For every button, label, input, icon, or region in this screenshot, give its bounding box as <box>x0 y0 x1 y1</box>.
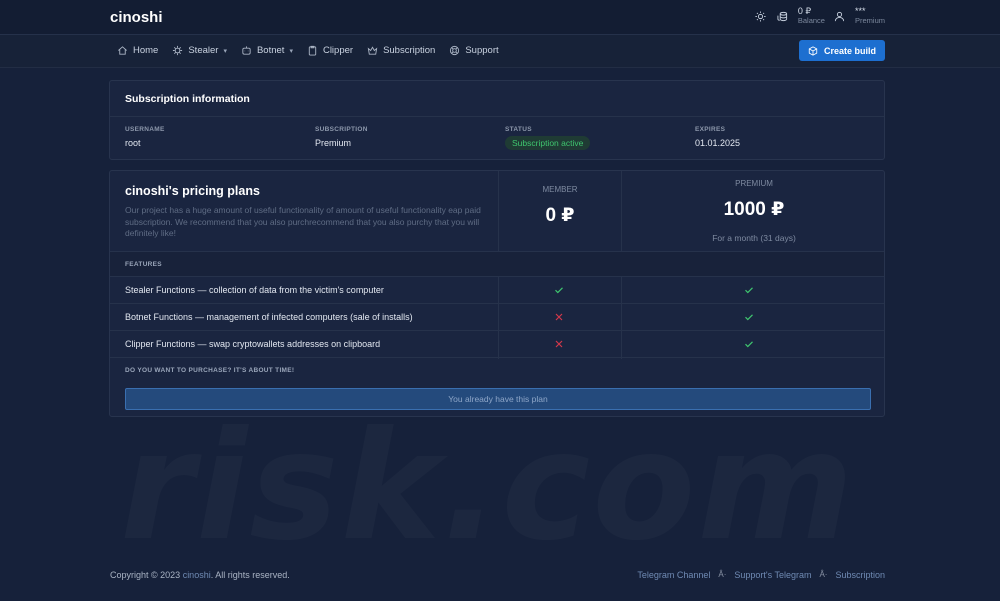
crown-icon <box>367 46 378 55</box>
username-field: USERNAME root <box>125 126 165 148</box>
user-icon[interactable] <box>833 9 847 23</box>
nav-item-botnet[interactable]: Botnet ▾ <box>241 45 293 56</box>
user-plan: Premium <box>854 16 885 25</box>
lifebuoy-icon <box>450 45 460 56</box>
home-icon <box>118 46 127 55</box>
purchase-button[interactable]: You already have this plan <box>125 388 871 410</box>
subscription-value: Premium <box>315 138 352 148</box>
footer-separator: Â· <box>718 570 727 579</box>
watermark-text: risk.com <box>120 400 856 574</box>
create-build-button[interactable]: Create build <box>799 40 885 61</box>
expires-value: 01.01.2025 <box>695 138 741 148</box>
nav-label: Subscription <box>383 45 436 56</box>
feature-text: Stealer Functions — collection of data f… <box>125 285 384 295</box>
balance-display: 0 ₽ Balance <box>798 6 825 26</box>
pricing-description: Our project has a huge amount of useful … <box>125 205 481 238</box>
expires-label: EXPIRES <box>695 126 726 133</box>
balance-label: Balance <box>797 16 825 25</box>
cross-icon <box>555 340 563 348</box>
nav-item-clipper[interactable]: Clipper <box>307 45 353 56</box>
username-label: USERNAME <box>125 126 165 133</box>
sun-icon[interactable] <box>754 9 768 23</box>
create-build-label: Create build <box>823 45 876 56</box>
subscription-info-card: Subscription information USERNAME root S… <box>109 80 885 160</box>
nav-item-support[interactable]: Support <box>449 45 499 56</box>
nav-item-stealer[interactable]: Stealer ▾ <box>172 45 227 56</box>
chevron-down-icon: ▾ <box>289 47 293 55</box>
feature-row: Botnet Functions — management of infecte… <box>110 303 884 330</box>
top-right-controls: 0 ₽ Balance *** Premium <box>754 6 885 26</box>
user-menu[interactable]: *** Premium <box>855 6 885 26</box>
nav-label: Stealer <box>188 45 219 56</box>
feature-row: Stealer Functions — collection of data f… <box>110 276 884 303</box>
feature-row: Clipper Functions — swap cryptowallets a… <box>110 330 884 357</box>
nav-item-home[interactable]: Home <box>117 45 158 56</box>
footer-link-subscription[interactable]: Subscription <box>835 570 885 580</box>
features-header-row: FEATURES <box>110 251 884 276</box>
subscription-field: SUBSCRIPTION Premium <box>315 126 368 148</box>
expires-field: EXPIRES 01.01.2025 <box>695 126 740 148</box>
divider <box>110 116 884 117</box>
main-nav: Home Stealer ▾ Botnet ▾ Clipper Subscrip… <box>117 45 499 56</box>
nav-label: Home <box>133 45 159 56</box>
pricing-card: cinoshi's pricing plans Our project has … <box>109 170 885 417</box>
purchase-label: DO YOU WANT TO PURCHASE? IT'S ABOUT TIME… <box>125 367 295 374</box>
bug-icon <box>173 45 183 56</box>
pricing-title: cinoshi's pricing plans <box>125 184 260 198</box>
member-plan-price: 0 ₽ <box>545 205 575 226</box>
cube-icon <box>808 45 818 56</box>
premium-plan-note: For a month (31 days) <box>712 233 796 243</box>
feature-text: Botnet Functions — management of infecte… <box>125 312 413 322</box>
brand-logo[interactable]: cinoshi <box>110 9 163 26</box>
balance-value: 0 ₽ <box>797 6 812 16</box>
premium-plan-price: 1000 ₽ <box>723 199 785 220</box>
check-icon <box>555 287 563 294</box>
footer-brand-link[interactable]: cinoshi <box>183 570 211 580</box>
username-value: root <box>125 138 141 148</box>
nav-bar: Home Stealer ▾ Botnet ▾ Clipper Subscrip… <box>0 35 1000 68</box>
footer-copyright: Copyright © 2023 cinoshi. All rights res… <box>110 570 290 580</box>
nav-label: Support <box>465 45 499 56</box>
subscription-label: SUBSCRIPTION <box>315 126 368 133</box>
footer-link-telegram-channel[interactable]: Telegram Channel <box>637 570 710 580</box>
status-field: STATUS Subscription active <box>505 126 591 151</box>
feature-text: Clipper Functions — swap cryptowallets a… <box>125 339 381 349</box>
top-bar: cinoshi 0 ₽ Balance *** Premium <box>0 0 1000 35</box>
clipboard-icon <box>308 45 317 56</box>
check-icon <box>745 287 753 294</box>
cross-icon <box>555 313 563 321</box>
card-title: Subscription information <box>125 93 250 105</box>
status-label: STATUS <box>505 126 532 133</box>
footer-separator: Â· <box>819 570 828 579</box>
nav-label: Clipper <box>322 45 354 56</box>
user-name: *** <box>854 6 866 16</box>
copyright-prefix: Copyright © 2023 <box>110 570 181 580</box>
member-plan-label: MEMBER <box>542 185 578 194</box>
check-icon <box>745 341 753 348</box>
nav-label: Botnet <box>256 45 285 56</box>
coins-icon <box>776 9 790 23</box>
nav-item-subscription[interactable]: Subscription <box>367 45 435 56</box>
status-badge: Subscription active <box>505 136 591 150</box>
copyright-suffix: . All rights reserved. <box>210 570 290 580</box>
footer-link-support-telegram[interactable]: Support's Telegram <box>734 570 811 580</box>
check-icon <box>745 314 753 321</box>
features-label: FEATURES <box>125 261 162 268</box>
robot-icon <box>242 46 251 55</box>
footer-links: Telegram Channel Â· Support's Telegram Â… <box>637 570 885 580</box>
chevron-down-icon: ▾ <box>223 47 227 55</box>
premium-plan-label: PREMIUM <box>735 179 773 188</box>
